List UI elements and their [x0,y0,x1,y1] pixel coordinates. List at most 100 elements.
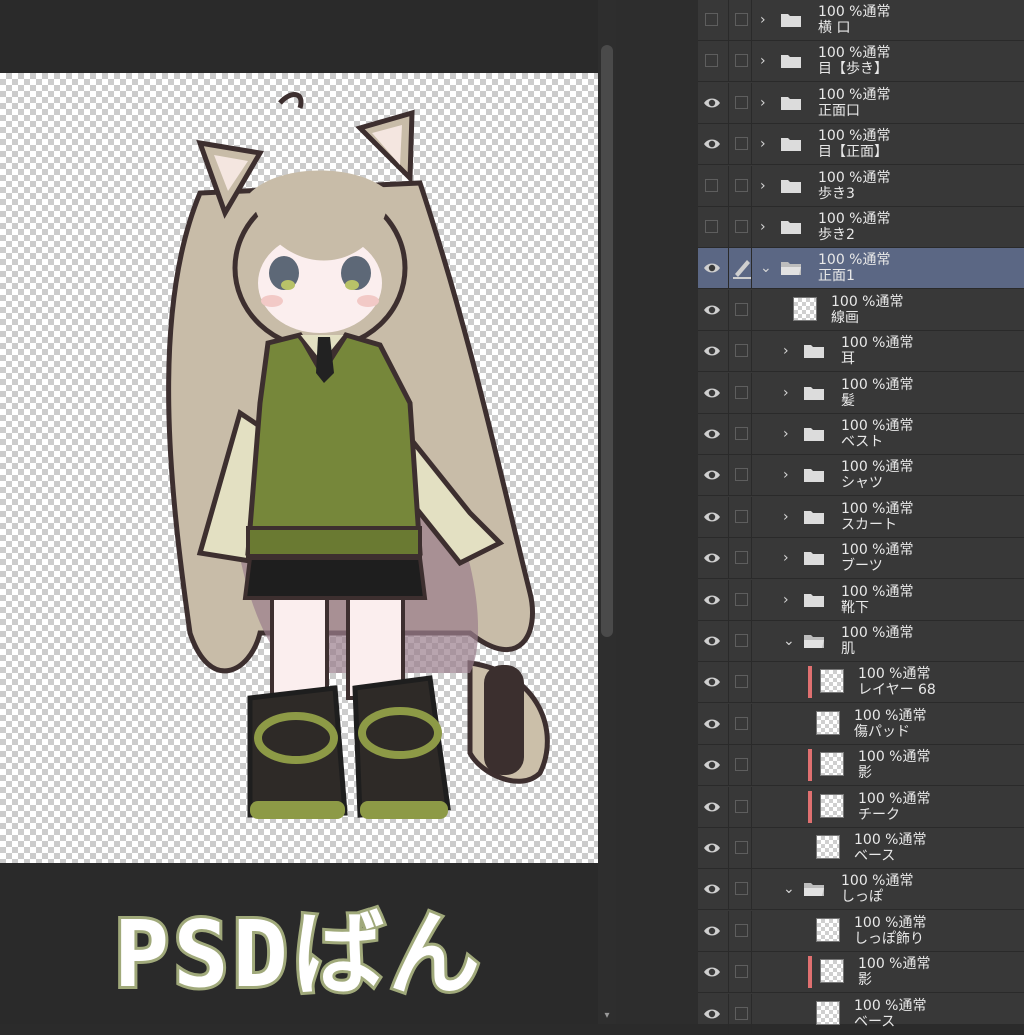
lock-column[interactable] [728,703,752,745]
lock-toggle[interactable] [735,799,748,813]
chevron-right-icon[interactable]: › [760,217,774,237]
layer-row[interactable]: 100 %通常 レイヤー 68 [698,662,1024,704]
layer-row[interactable]: › 100 %通常横 口 [698,0,1024,41]
chevron-right-icon[interactable]: › [760,10,774,30]
lock-column[interactable] [728,993,752,1035]
eye-icon[interactable] [702,879,722,899]
lock-column[interactable] [728,455,752,497]
lock-column[interactable] [728,372,752,414]
chevron-right-icon[interactable]: › [783,341,797,361]
scroll-thumb[interactable] [601,45,613,637]
visibility-toggle[interactable] [705,13,718,26]
layer-row[interactable]: › 100 %通常 目【正面】 [698,124,1024,166]
layer-row[interactable]: ⌄ 100 %通常 正面1 [698,248,1024,290]
lock-toggle[interactable] [735,385,748,399]
lock-toggle[interactable] [735,551,748,565]
lock-column[interactable] [728,538,752,580]
lock-toggle[interactable] [735,675,748,689]
layer-row[interactable]: › 100 %通常 靴下 [698,579,1024,621]
lock-column[interactable] [728,414,752,455]
lock-column[interactable] [728,786,752,828]
lock-column[interactable] [728,662,752,704]
layer-row[interactable]: › 100 %通常 スカート [698,496,1024,538]
layer-row[interactable]: › 100 %通常 シャツ [698,455,1024,497]
lock-toggle[interactable] [735,95,748,109]
eye-icon[interactable] [702,383,722,403]
chevron-right-icon[interactable]: › [783,383,797,403]
chevron-right-icon[interactable]: › [760,176,774,196]
eye-icon[interactable] [702,631,722,651]
lock-toggle[interactable] [735,137,748,151]
chevron-right-icon[interactable]: › [783,507,797,527]
eye-icon[interactable] [702,300,722,320]
layer-row[interactable]: › 100 %通常 歩き3 [698,165,1024,207]
lock-column[interactable] [728,910,752,952]
layer-row[interactable]: 100 %通常 線画 [698,289,1024,331]
chevron-right-icon[interactable]: › [783,424,797,444]
visibility-toggle[interactable] [705,54,718,68]
chevron-right-icon[interactable]: › [783,548,797,568]
lock-column[interactable] [728,952,752,994]
layer-row[interactable]: 100 %通常 しっぽ飾り [698,910,1024,952]
lock-toggle[interactable] [735,220,748,233]
chevron-down-icon[interactable]: ⌄ [760,258,774,278]
eye-icon[interactable] [702,921,722,941]
eye-icon[interactable] [702,838,722,858]
eye-icon[interactable] [702,672,722,692]
lock-column[interactable] [728,496,752,538]
lock-toggle[interactable] [735,634,748,647]
eye-icon[interactable] [702,465,722,485]
lock-toggle[interactable] [735,13,748,26]
lock-toggle[interactable] [735,758,748,772]
chevron-right-icon[interactable]: › [760,93,774,113]
chevron-right-icon[interactable]: › [783,590,797,610]
lock-toggle[interactable] [735,965,748,979]
lock-column[interactable] [728,579,752,621]
lock-toggle[interactable] [735,468,748,482]
lock-toggle[interactable] [735,923,748,937]
visibility-toggle[interactable] [705,220,718,233]
lock-toggle[interactable] [735,882,748,896]
lock-toggle[interactable] [735,344,748,358]
lock-column[interactable] [728,289,752,331]
lock-column[interactable] [728,41,752,83]
chevron-right-icon[interactable]: › [783,465,797,485]
layer-row[interactable]: › 100 %通常 正面口 [698,82,1024,124]
eye-icon[interactable] [702,134,722,154]
layer-row[interactable]: ⌄ 100 %通常 しっぽ [698,869,1024,911]
lock-toggle[interactable] [735,592,748,606]
lock-toggle[interactable] [735,427,748,440]
layer-row[interactable]: › 100 %通常耳 [698,331,1024,373]
layer-row[interactable]: › 100 %通常髪 [698,372,1024,414]
lock-column[interactable] [728,745,752,787]
chevron-right-icon[interactable]: › [760,51,774,71]
chevron-down-icon[interactable]: ⌄ [783,631,797,651]
eye-icon[interactable] [702,258,722,278]
eye-icon[interactable] [702,424,722,444]
layer-row[interactable]: › 100 %通常 目【歩き】 [698,41,1024,83]
chevron-down-icon[interactable]: ⌄ [783,879,797,899]
visibility-toggle[interactable] [705,178,718,192]
scroll-down-arrow-icon[interactable]: ▾ [600,1010,614,1022]
eye-icon[interactable] [702,93,722,113]
lock-toggle[interactable] [735,302,748,316]
lock-column[interactable] [728,331,752,373]
layer-row[interactable]: 100 %通常影 [698,745,1024,787]
layer-row[interactable]: 100 %通常影 [698,952,1024,994]
layer-row[interactable]: › 100 %通常 ベスト [698,414,1024,455]
layer-row[interactable]: ⌄ 100 %通常肌 [698,621,1024,662]
lock-column[interactable] [728,0,752,41]
layer-row[interactable]: 100 %通常 ベース [698,828,1024,869]
layer-row[interactable]: 100 %通常 ベース [698,993,1024,1035]
layer-row[interactable]: › 100 %通常 ブーツ [698,538,1024,580]
lock-toggle[interactable] [735,1006,748,1020]
eye-icon[interactable] [702,962,722,982]
layer-row[interactable]: 100 %通常 傷パッド [698,703,1024,745]
lock-column[interactable] [728,828,752,869]
lock-column[interactable] [728,621,752,662]
lock-toggle[interactable] [735,841,748,854]
lock-column[interactable] [728,82,752,124]
lock-toggle[interactable] [735,54,748,68]
drawing-canvas[interactable] [0,73,598,863]
lock-column[interactable] [728,248,752,290]
